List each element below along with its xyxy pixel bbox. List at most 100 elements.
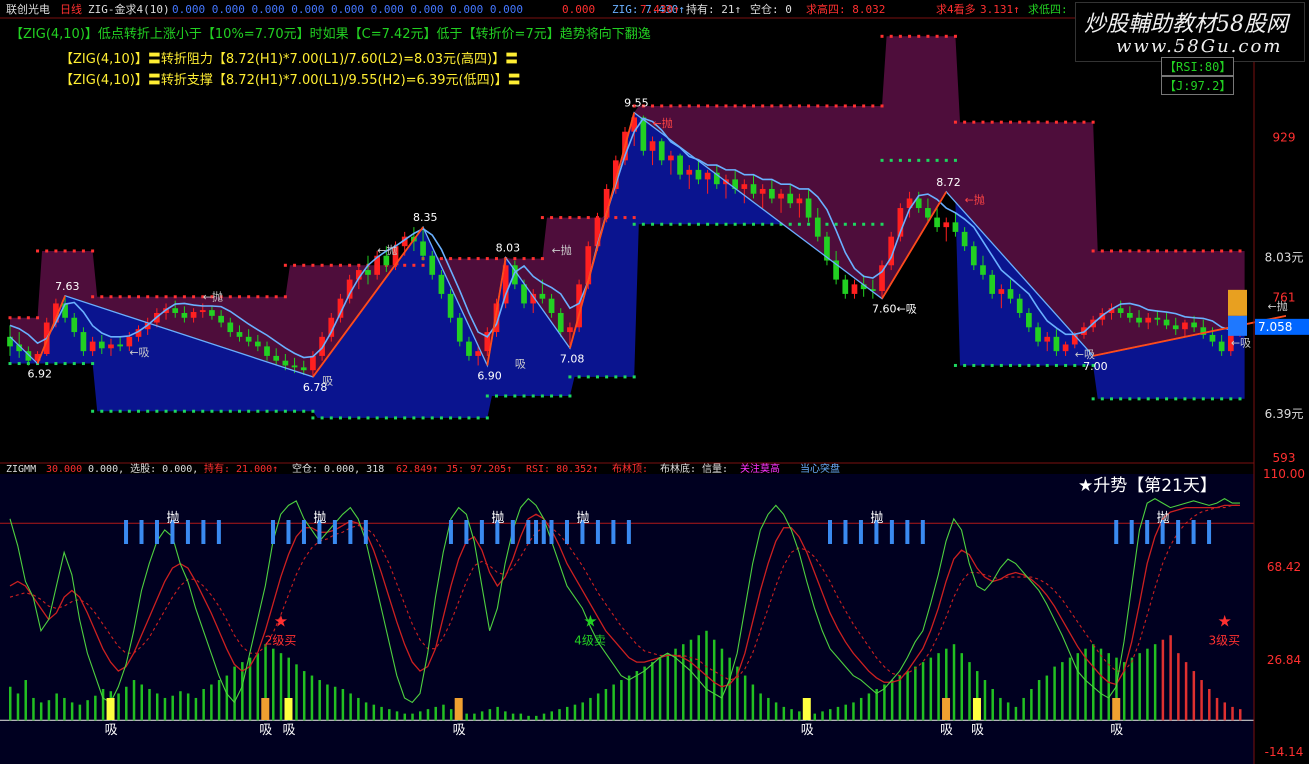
volume-bar <box>1138 653 1141 721</box>
note-line-3: 【ZIG(4,10)】〓转折支撑【8.72(H1)*7.00(L1)/9.55(… <box>60 73 521 88</box>
resistance-dot <box>742 104 746 108</box>
resistance-dot <box>871 104 875 108</box>
support-dot <box>972 363 976 367</box>
candle-down <box>695 169 702 180</box>
support-dot <box>311 416 315 420</box>
period-label[interactable]: 日线 <box>60 4 82 16</box>
candle-down <box>365 270 371 275</box>
volume-bar <box>589 697 592 721</box>
sell-stripe <box>448 520 453 544</box>
star-icon: ★ <box>274 611 288 630</box>
sell-stripe <box>843 520 848 544</box>
support-dot <box>54 362 58 366</box>
candle-down <box>209 310 215 316</box>
candle-down <box>1191 322 1197 328</box>
resistance-dot <box>935 34 939 38</box>
sell-stripe <box>905 520 910 544</box>
resistance-dot <box>146 295 150 299</box>
volume-bar <box>1146 648 1149 721</box>
low4-value: 求低四: 6 <box>1028 3 1081 16</box>
volume-bar <box>952 644 956 721</box>
volume-bar <box>1099 648 1103 721</box>
candle-down <box>1053 336 1060 352</box>
support-dot <box>357 416 361 420</box>
resistance-dot <box>1091 249 1095 253</box>
buy-label: 吸 <box>971 723 984 738</box>
resistance-dot <box>550 216 554 220</box>
indicator-panel: 抛抛抛抛抛抛吸吸吸吸吸吸吸吸★2级买★4级卖★3级买110.0068.4226.… <box>0 467 1305 764</box>
support-dot <box>852 222 856 226</box>
resistance-dot <box>63 249 67 253</box>
volume-bar <box>790 709 793 721</box>
sub-v2: 0.000, 选股: 0.000, <box>88 464 199 475</box>
support-dot <box>293 409 297 413</box>
candle-down <box>181 312 188 318</box>
four-long-value: 3.131↑ <box>980 3 1020 16</box>
buy-block <box>1112 698 1121 720</box>
note-line-1: 【ZIG(4,10)】低点转折上涨小于【10%=7.70元】时如果【C=7.42… <box>10 27 651 42</box>
volume-bar <box>333 686 337 721</box>
resistance-dot <box>54 249 58 253</box>
hold-value: 持有: 21↑ <box>686 3 742 16</box>
stock-name[interactable]: 联创光电 <box>6 4 50 16</box>
volume-bar <box>720 648 724 721</box>
trend-badge: ★升势【第21天】 <box>1078 476 1217 496</box>
sub-v3: 62.849↑ <box>396 464 439 475</box>
sub-heart: 当心突盘 <box>800 464 840 475</box>
support-dot <box>1091 397 1095 401</box>
volume-bar <box>852 702 855 721</box>
resistance-dot <box>1082 120 1086 124</box>
header-zero-last: 0.000 <box>562 3 596 16</box>
four-long-label: 求4看多 <box>936 3 976 16</box>
support-dot <box>72 362 76 366</box>
volume-bar <box>279 653 283 721</box>
volume-bar <box>1053 666 1056 721</box>
resistance-dot <box>834 104 838 108</box>
signal-label: 吸 <box>515 357 526 370</box>
sell-label: 抛 <box>1157 511 1170 526</box>
header-zeros: 0.000 0.000 0.000 0.000 0.000 0.000 0.00… <box>172 3 523 16</box>
volume-bar <box>829 709 832 721</box>
resistance-dot <box>412 263 416 267</box>
resistance-dot <box>559 216 563 220</box>
volume-bar <box>658 657 662 721</box>
support-dot <box>522 394 526 398</box>
resistance-dot <box>26 316 30 320</box>
price-label: 7.00 <box>1083 360 1108 373</box>
volume-bar <box>712 639 716 721</box>
resistance-dot <box>531 257 535 261</box>
resistance-dot <box>990 120 994 124</box>
indicator-name[interactable]: ZIG-金求4(10) <box>88 4 170 16</box>
candle-up <box>108 344 114 349</box>
resistance-dot <box>1045 120 1049 124</box>
support-dot <box>797 222 801 226</box>
support-dot <box>1036 363 1040 367</box>
volume-bar <box>480 711 484 721</box>
volume-bar <box>565 706 569 721</box>
resistance-dot <box>1009 120 1013 124</box>
resistance-dot <box>733 104 737 108</box>
volume-bar <box>929 657 933 721</box>
price-label: 6.90 <box>477 369 502 382</box>
candle-down <box>466 341 472 356</box>
resistance-dot <box>632 216 636 220</box>
price-marker-up <box>1228 289 1247 316</box>
sub-hold: 持有: 21.000↑ <box>204 464 279 475</box>
volume-bar <box>186 693 190 721</box>
volume-bar <box>1014 706 1018 721</box>
volume-bar <box>318 680 321 721</box>
support-dot <box>256 409 260 413</box>
support-dot <box>632 222 636 226</box>
candle-down <box>1035 327 1041 342</box>
candle-down <box>1163 319 1170 326</box>
sub-axis-label: 68.42 <box>1267 560 1301 574</box>
volume-bar <box>921 662 925 721</box>
support-dot <box>1192 397 1196 401</box>
candle-down <box>1117 308 1124 313</box>
support-dot <box>1027 363 1031 367</box>
candle-up <box>190 312 197 318</box>
support-dot <box>1109 397 1113 401</box>
resistance-dot <box>247 295 251 299</box>
support-dot <box>862 222 866 226</box>
candle-down <box>98 341 105 349</box>
